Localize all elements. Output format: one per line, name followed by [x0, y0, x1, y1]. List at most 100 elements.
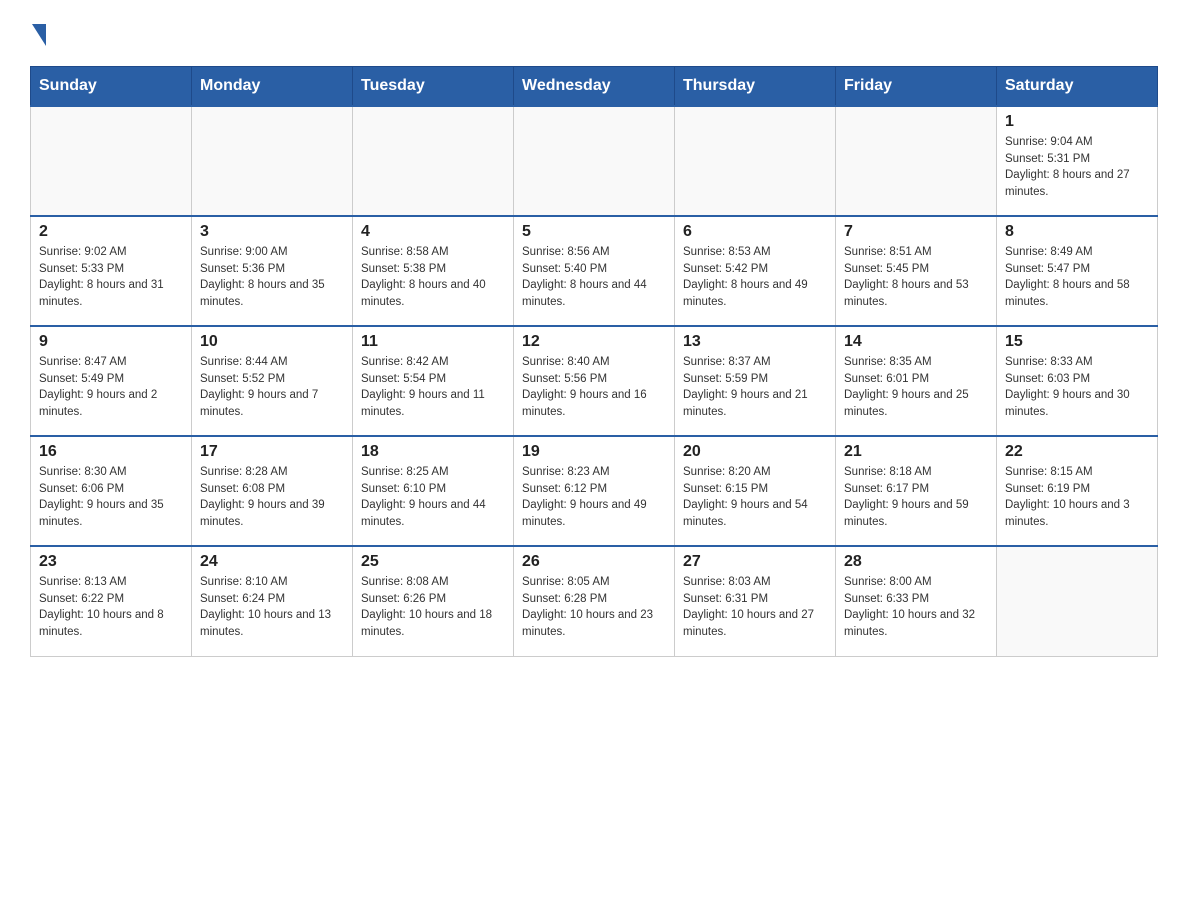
- day-info: Sunrise: 8:23 AMSunset: 6:12 PMDaylight:…: [522, 464, 666, 531]
- week-row-3: 9 Sunrise: 8:47 AMSunset: 5:49 PMDaylight…: [31, 326, 1158, 436]
- day-number: 17: [200, 443, 344, 461]
- logo-arrow-icon: [32, 24, 46, 46]
- calendar-cell: [997, 546, 1158, 656]
- calendar-cell: 26 Sunrise: 8:05 AMSunset: 6:28 PMDayligh…: [514, 546, 675, 656]
- day-number: 23: [39, 553, 183, 571]
- day-number: 3: [200, 223, 344, 241]
- day-header-tuesday: Tuesday: [353, 67, 514, 107]
- calendar-cell: 5Sunrise: 8:56 AMSunset: 5:40 PMDaylight…: [514, 216, 675, 326]
- day-info: Sunrise: 8:58 AMSunset: 5:38 PMDaylight:…: [361, 244, 505, 311]
- calendar-cell: [836, 106, 997, 216]
- day-info: Sunrise: 8:10 AMSunset: 6:24 PMDaylight:…: [200, 574, 344, 641]
- day-info: Sunrise: 8:20 AMSunset: 6:15 PMDaylight:…: [683, 464, 827, 531]
- day-info: Sunrise: 8:25 AMSunset: 6:10 PMDaylight:…: [361, 464, 505, 531]
- day-info: Sunrise: 8:40 AMSunset: 5:56 PMDaylight:…: [522, 354, 666, 421]
- day-number: 20: [683, 443, 827, 461]
- day-number: 5: [522, 223, 666, 241]
- day-number: 15: [1005, 333, 1149, 351]
- day-info: Sunrise: 8:28 AMSunset: 6:08 PMDaylight:…: [200, 464, 344, 531]
- day-header-thursday: Thursday: [675, 67, 836, 107]
- day-number: 4: [361, 223, 505, 241]
- calendar-cell: 8Sunrise: 8:49 AMSunset: 5:47 PMDaylight…: [997, 216, 1158, 326]
- calendar-cell: 14 Sunrise: 8:35 AMSunset: 6:01 PMDayligh…: [836, 326, 997, 436]
- calendar-cell: 27 Sunrise: 8:03 AMSunset: 6:31 PMDayligh…: [675, 546, 836, 656]
- calendar-cell: 11 Sunrise: 8:42 AMSunset: 5:54 PMDayligh…: [353, 326, 514, 436]
- calendar-cell: 6Sunrise: 8:53 AMSunset: 5:42 PMDaylight…: [675, 216, 836, 326]
- day-info: Sunrise: 8:33 AMSunset: 6:03 PMDaylight:…: [1005, 354, 1149, 421]
- calendar-cell: 12 Sunrise: 8:40 AMSunset: 5:56 PMDayligh…: [514, 326, 675, 436]
- day-header-monday: Monday: [192, 67, 353, 107]
- calendar-cell: 23 Sunrise: 8:13 AMSunset: 6:22 PMDayligh…: [31, 546, 192, 656]
- calendar-header-row: SundayMondayTuesdayWednesdayThursdayFrid…: [31, 67, 1158, 107]
- day-info: Sunrise: 8:15 AMSunset: 6:19 PMDaylight:…: [1005, 464, 1149, 531]
- day-info: Sunrise: 8:49 AMSunset: 5:47 PMDaylight:…: [1005, 244, 1149, 311]
- calendar-cell: [514, 106, 675, 216]
- day-number: 28: [844, 553, 988, 571]
- calendar-cell: 24 Sunrise: 8:10 AMSunset: 6:24 PMDayligh…: [192, 546, 353, 656]
- calendar-cell: [353, 106, 514, 216]
- day-number: 18: [361, 443, 505, 461]
- day-header-sunday: Sunday: [31, 67, 192, 107]
- day-number: 9: [39, 333, 183, 351]
- calendar-cell: 19 Sunrise: 8:23 AMSunset: 6:12 PMDayligh…: [514, 436, 675, 546]
- calendar-cell: 1Sunrise: 9:04 AMSunset: 5:31 PMDaylight…: [997, 106, 1158, 216]
- day-number: 27: [683, 553, 827, 571]
- calendar-cell: 18 Sunrise: 8:25 AMSunset: 6:10 PMDayligh…: [353, 436, 514, 546]
- day-number: 6: [683, 223, 827, 241]
- day-number: 7: [844, 223, 988, 241]
- calendar-cell: 9 Sunrise: 8:47 AMSunset: 5:49 PMDaylight…: [31, 326, 192, 436]
- day-header-saturday: Saturday: [997, 67, 1158, 107]
- week-row-2: 2Sunrise: 9:02 AMSunset: 5:33 PMDaylight…: [31, 216, 1158, 326]
- day-info: Sunrise: 8:51 AMSunset: 5:45 PMDaylight:…: [844, 244, 988, 311]
- day-number: 1: [1005, 113, 1149, 131]
- day-number: 19: [522, 443, 666, 461]
- day-info: Sunrise: 8:42 AMSunset: 5:54 PMDaylight:…: [361, 354, 505, 421]
- calendar-cell: 22 Sunrise: 8:15 AMSunset: 6:19 PMDayligh…: [997, 436, 1158, 546]
- day-header-wednesday: Wednesday: [514, 67, 675, 107]
- calendar-cell: 10Sunrise: 8:44 AMSunset: 5:52 PMDayligh…: [192, 326, 353, 436]
- day-number: 14: [844, 333, 988, 351]
- week-row-5: 23 Sunrise: 8:13 AMSunset: 6:22 PMDayligh…: [31, 546, 1158, 656]
- day-info: Sunrise: 8:37 AMSunset: 5:59 PMDaylight:…: [683, 354, 827, 421]
- day-info: Sunrise: 8:00 AMSunset: 6:33 PMDaylight:…: [844, 574, 988, 641]
- day-info: Sunrise: 8:13 AMSunset: 6:22 PMDaylight:…: [39, 574, 183, 641]
- day-number: 26: [522, 553, 666, 571]
- day-number: 16: [39, 443, 183, 461]
- day-number: 13: [683, 333, 827, 351]
- day-number: 2: [39, 223, 183, 241]
- day-number: 12: [522, 333, 666, 351]
- calendar-cell: 4 Sunrise: 8:58 AMSunset: 5:38 PMDaylight…: [353, 216, 514, 326]
- calendar-cell: 2Sunrise: 9:02 AMSunset: 5:33 PMDaylight…: [31, 216, 192, 326]
- day-info: Sunrise: 8:30 AMSunset: 6:06 PMDaylight:…: [39, 464, 183, 531]
- day-number: 24: [200, 553, 344, 571]
- calendar-cell: [675, 106, 836, 216]
- calendar-cell: 16 Sunrise: 8:30 AMSunset: 6:06 PMDayligh…: [31, 436, 192, 546]
- calendar-cell: [192, 106, 353, 216]
- calendar-cell: 28 Sunrise: 8:00 AMSunset: 6:33 PMDayligh…: [836, 546, 997, 656]
- day-info: Sunrise: 8:05 AMSunset: 6:28 PMDaylight:…: [522, 574, 666, 641]
- page-header: [30, 20, 1158, 46]
- day-info: Sunrise: 8:18 AMSunset: 6:17 PMDaylight:…: [844, 464, 988, 531]
- day-info: Sunrise: 8:08 AMSunset: 6:26 PMDaylight:…: [361, 574, 505, 641]
- calendar-cell: 20 Sunrise: 8:20 AMSunset: 6:15 PMDayligh…: [675, 436, 836, 546]
- week-row-1: 1Sunrise: 9:04 AMSunset: 5:31 PMDaylight…: [31, 106, 1158, 216]
- calendar-cell: 15 Sunrise: 8:33 AMSunset: 6:03 PMDayligh…: [997, 326, 1158, 436]
- calendar-table: SundayMondayTuesdayWednesdayThursdayFrid…: [30, 66, 1158, 657]
- calendar-cell: 21Sunrise: 8:18 AMSunset: 6:17 PMDayligh…: [836, 436, 997, 546]
- calendar-cell: 25 Sunrise: 8:08 AMSunset: 6:26 PMDayligh…: [353, 546, 514, 656]
- day-info: Sunrise: 8:03 AMSunset: 6:31 PMDaylight:…: [683, 574, 827, 641]
- day-number: 22: [1005, 443, 1149, 461]
- calendar-cell: 7 Sunrise: 8:51 AMSunset: 5:45 PMDaylight…: [836, 216, 997, 326]
- calendar-cell: 17 Sunrise: 8:28 AMSunset: 6:08 PMDayligh…: [192, 436, 353, 546]
- week-row-4: 16 Sunrise: 8:30 AMSunset: 6:06 PMDayligh…: [31, 436, 1158, 546]
- day-info: Sunrise: 8:47 AMSunset: 5:49 PMDaylight:…: [39, 354, 183, 421]
- day-info: Sunrise: 9:00 AMSunset: 5:36 PMDaylight:…: [200, 244, 344, 311]
- day-info: Sunrise: 8:35 AMSunset: 6:01 PMDaylight:…: [844, 354, 988, 421]
- day-header-friday: Friday: [836, 67, 997, 107]
- calendar-cell: 3 Sunrise: 9:00 AMSunset: 5:36 PMDaylight…: [192, 216, 353, 326]
- day-number: 11: [361, 333, 505, 351]
- logo: [30, 20, 46, 46]
- day-info: Sunrise: 8:44 AMSunset: 5:52 PMDaylight:…: [200, 354, 344, 421]
- day-number: 25: [361, 553, 505, 571]
- calendar-cell: 13 Sunrise: 8:37 AMSunset: 5:59 PMDayligh…: [675, 326, 836, 436]
